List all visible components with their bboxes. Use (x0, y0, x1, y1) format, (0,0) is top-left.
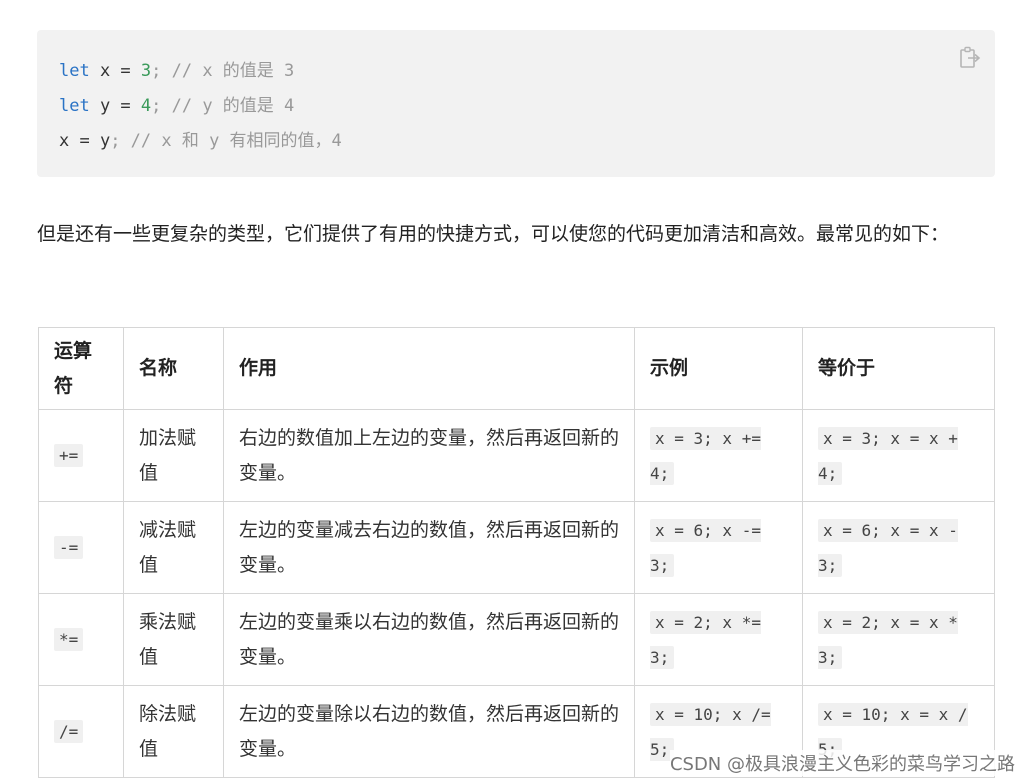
cell-operator: += (38, 409, 124, 502)
code-text: x = (89, 61, 141, 81)
code-keyword: let (59, 96, 90, 116)
code-comment: ; // y 的值是 4 (151, 96, 295, 116)
equivalent-code: x = 6; x = x - 3; (818, 518, 958, 577)
cell-equivalent: x = 3; x = x + 4; (802, 409, 995, 502)
cell-operator: /= (38, 685, 124, 778)
example-code: x = 3; x += 4; (650, 426, 761, 485)
header-equivalent: 等价于 (802, 327, 995, 410)
cell-effect: 右边的数值加上左边的变量，然后再返回新的变量。 (223, 409, 635, 502)
code-comment: ; // x 的值是 3 (151, 61, 295, 81)
code-line: x = y; // x 和 y 有相同的值，4 (59, 124, 973, 159)
example-code: x = 2; x *= 3; (650, 610, 761, 669)
cell-example: x = 6; x -= 3; (634, 501, 803, 594)
code-comment: ; // x 和 y 有相同的值，4 (110, 131, 342, 151)
code-keyword: let (59, 61, 90, 81)
equivalent-code: x = 2; x = x * 3; (818, 610, 958, 669)
code-block: let x = 3; // x 的值是 3 let y = 4; // y 的值… (37, 30, 995, 177)
cell-effect: 左边的变量乘以右边的数值，然后再返回新的变量。 (223, 593, 635, 686)
cell-name: 乘法赋值 (123, 593, 224, 686)
cell-effect: 左边的变量除以右边的数值，然后再返回新的变量。 (223, 685, 635, 778)
header-effect: 作用 (223, 327, 635, 410)
code-line: let x = 3; // x 的值是 3 (59, 54, 973, 89)
cell-example: x = 3; x += 4; (634, 409, 803, 502)
equivalent-code: x = 3; x = x + 4; (818, 426, 958, 485)
operator-code: /= (54, 720, 84, 743)
cell-equivalent: x = 6; x = x - 3; (802, 501, 995, 594)
intro-paragraph: 但是还有一些更复杂的类型，它们提供了有用的快捷方式，可以使您的代码更加清洁和高效… (37, 223, 950, 245)
cell-example: x = 2; x *= 3; (634, 593, 803, 686)
table-row: += 加法赋值 右边的数值加上左边的变量，然后再返回新的变量。 x = 3; x… (38, 409, 995, 502)
code-text: x = y (59, 131, 111, 151)
code-number: 4 (140, 96, 152, 116)
table-row: *= 乘法赋值 左边的变量乘以右边的数值，然后再返回新的变量。 x = 2; x… (38, 593, 995, 686)
operator-code: += (54, 444, 84, 467)
cell-name: 减法赋值 (123, 501, 224, 594)
code-text: y = (89, 96, 141, 116)
cell-equivalent: x = 2; x = x * 3; (802, 593, 995, 686)
cell-effect: 左边的变量减去右边的数值，然后再返回新的变量。 (223, 501, 635, 594)
code-line: let y = 4; // y 的值是 4 (59, 89, 973, 124)
cell-name: 除法赋值 (123, 685, 224, 778)
cell-operator: -= (38, 501, 124, 594)
table-header-row: 运算符 名称 作用 示例 等价于 (38, 327, 995, 410)
cell-name: 加法赋值 (123, 409, 224, 502)
csdn-watermark: CSDN @极具浪漫主义色彩的菜鸟学习之路 (669, 750, 1015, 776)
header-example: 示例 (634, 327, 803, 410)
copy-icon[interactable] (959, 46, 981, 70)
operator-code: -= (54, 536, 84, 559)
header-operator: 运算符 (38, 327, 124, 410)
example-code: x = 6; x -= 3; (650, 518, 761, 577)
operators-table: 运算符 名称 作用 示例 等价于 += 加法赋值 右边的数值加上左边的变量，然后… (38, 327, 995, 778)
header-name: 名称 (123, 327, 224, 410)
table-row: -= 减法赋值 左边的变量减去右边的数值，然后再返回新的变量。 x = 6; x… (38, 501, 995, 594)
cell-operator: *= (38, 593, 124, 686)
operator-code: *= (54, 628, 84, 651)
code-number: 3 (140, 61, 152, 81)
